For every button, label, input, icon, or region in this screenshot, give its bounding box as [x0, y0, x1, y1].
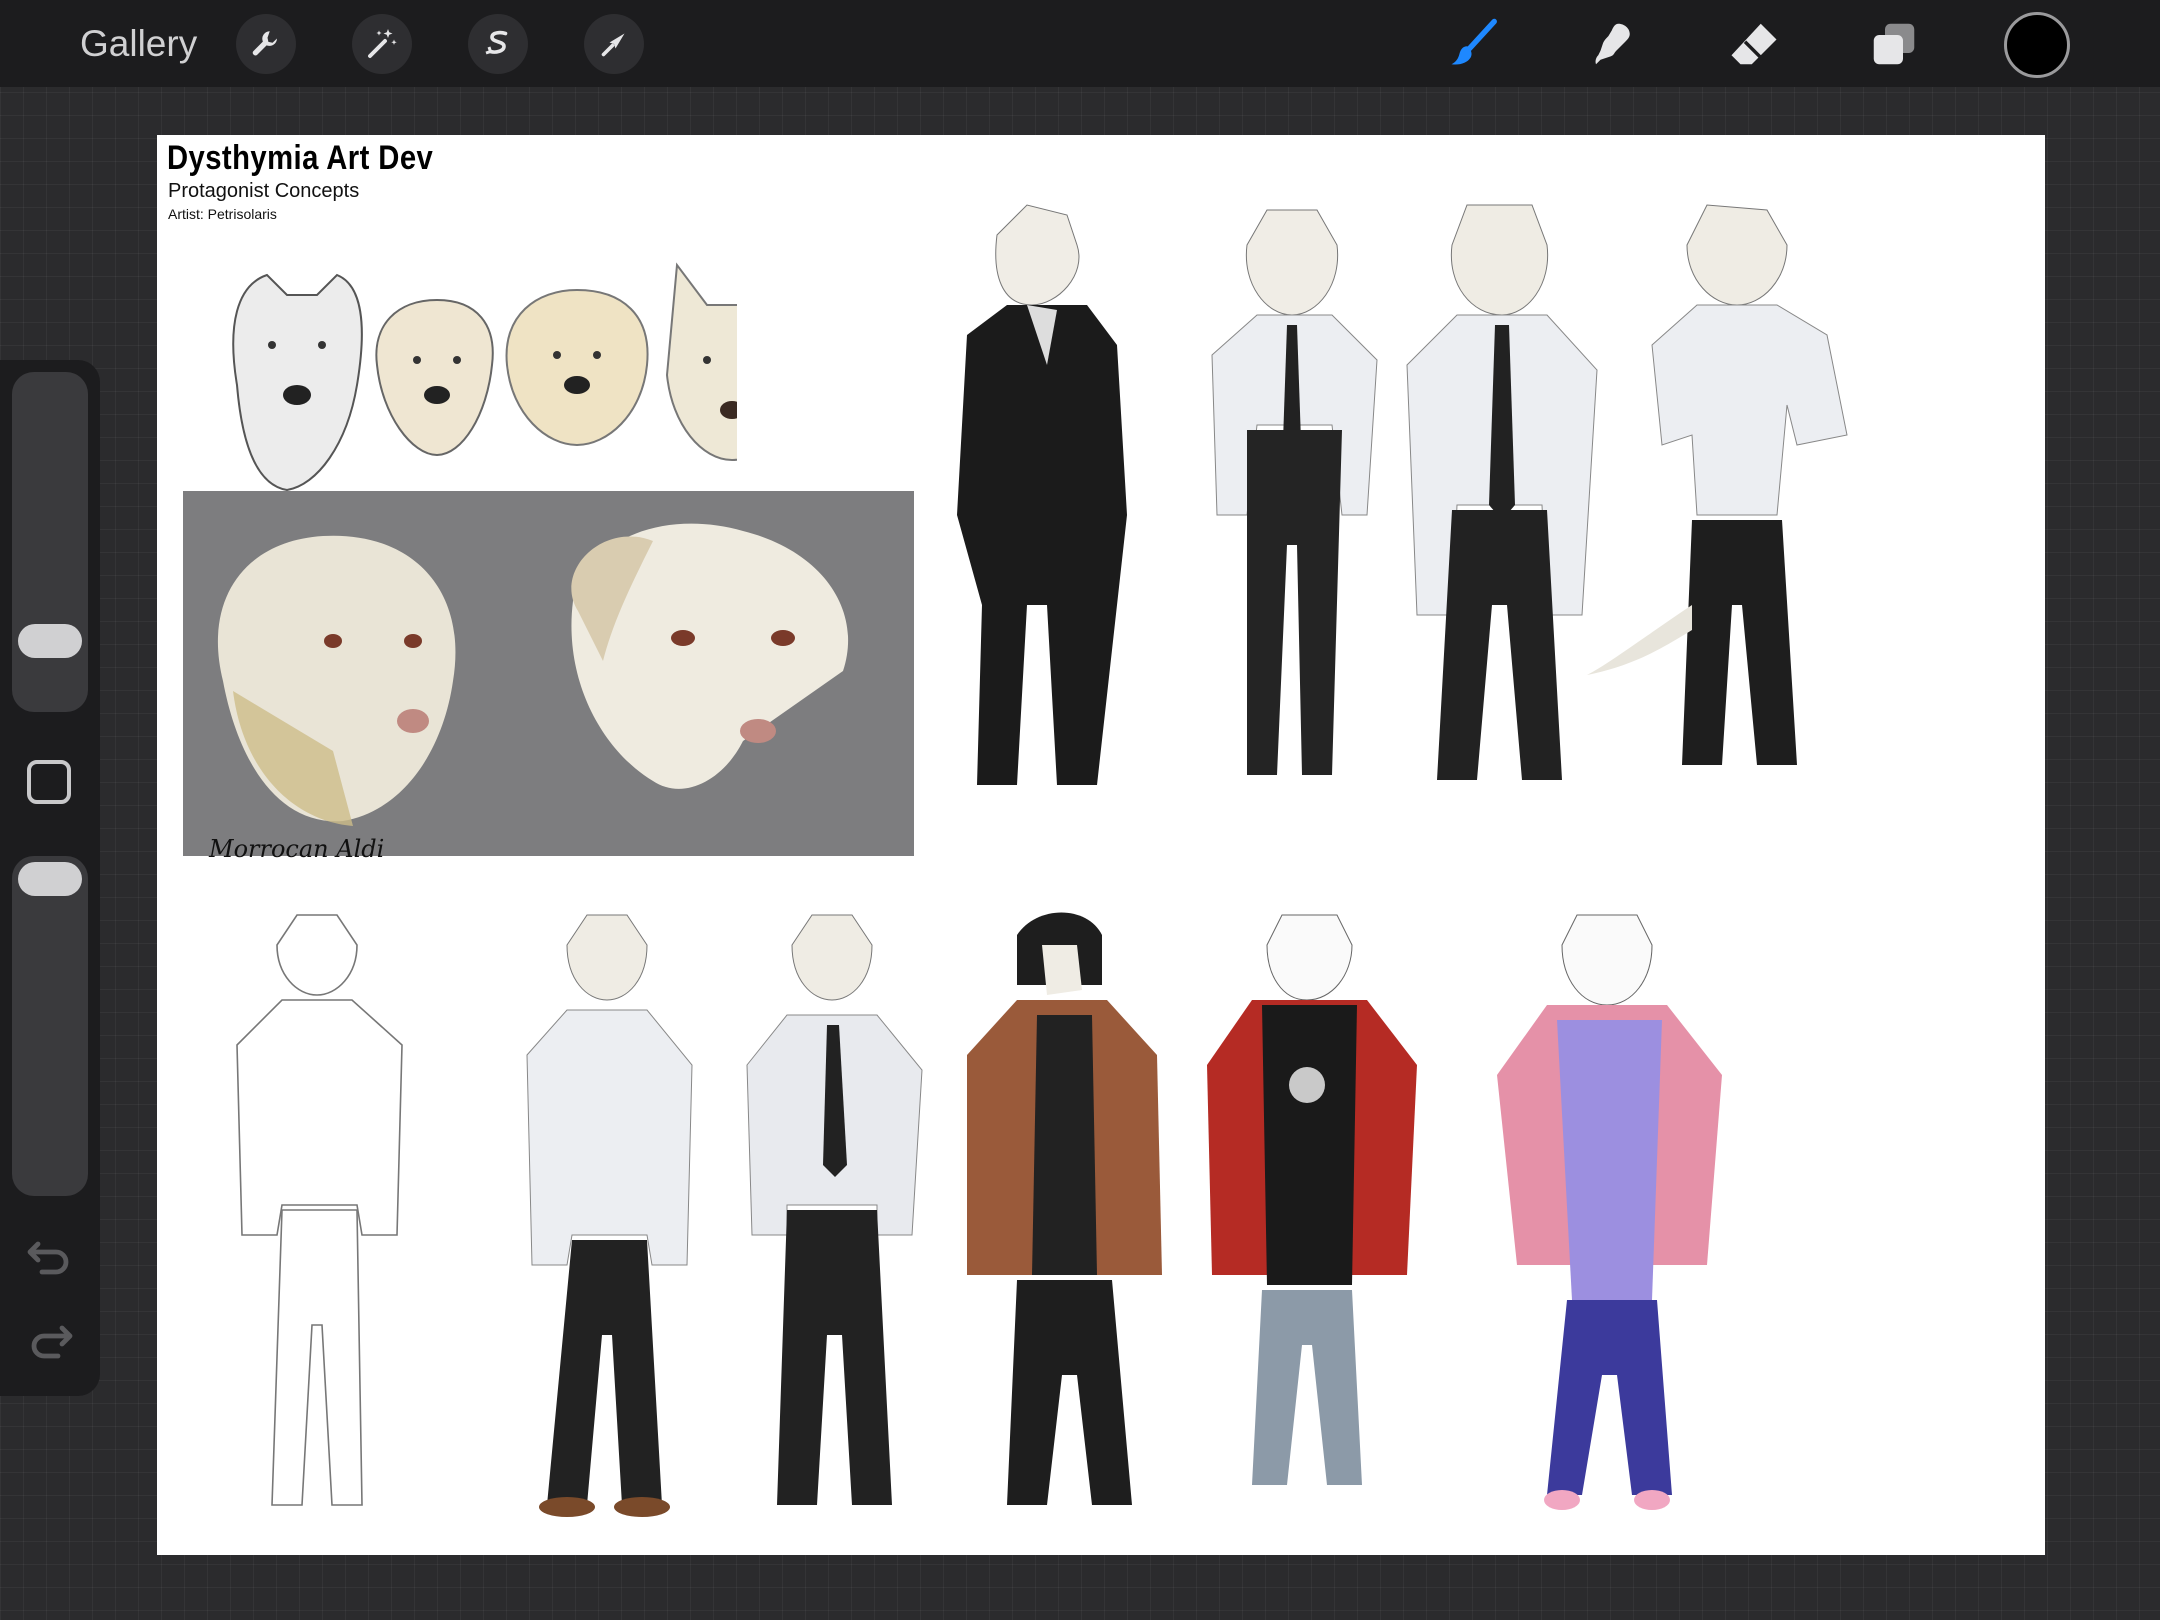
wrench-icon[interactable] — [236, 14, 296, 74]
bottom-row-figures — [236, 912, 1722, 1517]
figure-pink-jacket-pajamas — [1497, 914, 1722, 1510]
opacity-slider-thumb[interactable] — [18, 862, 82, 896]
figure-rolled-sleeves — [1587, 204, 1848, 765]
artwork-title: Dysthymia Art Dev — [167, 139, 434, 177]
selection-icon[interactable] — [468, 14, 528, 74]
modify-button[interactable] — [27, 760, 71, 804]
figure-white-shirt-brown-shoes — [526, 914, 693, 1517]
brush-size-slider[interactable] — [12, 372, 88, 712]
figure-line-sketch — [236, 914, 403, 1506]
top-toolbar: Gallery — [0, 0, 2160, 87]
undo-icon[interactable] — [26, 1236, 74, 1276]
transform-icon[interactable] — [584, 14, 644, 74]
opacity-slider[interactable] — [12, 856, 88, 1196]
head-painting-panel — [183, 491, 914, 856]
dog-head-sketch-3 — [505, 288, 649, 447]
dog-head-sketch-1 — [232, 273, 363, 492]
smudge-icon[interactable] — [1584, 14, 1644, 74]
figure-black-suit — [957, 204, 1127, 785]
gallery-button[interactable]: Gallery — [80, 22, 197, 66]
drawing-canvas[interactable]: Dysthymia Art Dev Protagonist Concepts A… — [157, 135, 2045, 1555]
brush-icon[interactable] — [1444, 14, 1504, 74]
figure-short-sleeves-tie — [746, 914, 923, 1505]
artwork-subtitle: Protagonist Concepts — [168, 180, 360, 202]
magic-wand-icon[interactable] — [352, 14, 412, 74]
shaggy-dog-head-painting — [217, 535, 456, 826]
head-sketches — [232, 262, 737, 492]
sidebar — [0, 360, 100, 1396]
top-row-figures — [957, 204, 1848, 785]
dog-head-sketch-4 — [665, 262, 737, 462]
layers-icon[interactable] — [1864, 14, 1924, 74]
smooth-dog-head-painting — [571, 523, 849, 789]
dog-head-sketch-2 — [375, 298, 494, 457]
eraser-icon[interactable] — [1724, 14, 1784, 74]
artwork-artist: Artist: Petrisolaris — [168, 206, 277, 222]
brush-size-slider-thumb[interactable] — [18, 624, 82, 658]
color-swatch-button[interactable] — [2004, 12, 2070, 78]
figure-hoodie-brown-jacket — [967, 912, 1162, 1505]
figure-red-jacket — [1207, 914, 1417, 1485]
figure-white-shirt-tie-2 — [1406, 204, 1598, 780]
signature: Morrocan Aldi — [209, 835, 385, 863]
redo-icon[interactable] — [26, 1320, 74, 1360]
figure-white-shirt-tie-1 — [1211, 209, 1378, 775]
